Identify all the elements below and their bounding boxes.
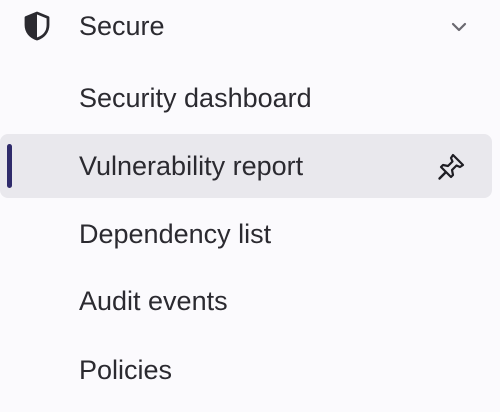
secure-section-toggle[interactable]: Secure [0, 0, 500, 54]
nav-item-label: Security dashboard [79, 83, 312, 113]
nav-item-security-dashboard[interactable]: Security dashboard [0, 66, 492, 130]
section-title: Secure [79, 11, 165, 41]
pin-icon[interactable] [436, 152, 466, 182]
nav-item-label: Audit events [79, 286, 228, 316]
active-indicator [7, 144, 12, 188]
nav-item-policies[interactable]: Policies [0, 338, 492, 402]
shield-icon [24, 11, 50, 41]
nav-item-audit-events[interactable]: Audit events [0, 269, 492, 333]
nav-item-vulnerability-report[interactable]: Vulnerability report [0, 134, 492, 198]
secure-nav-section: Secure Security dashboard Vulnerability … [0, 0, 500, 412]
nav-item-dependency-list[interactable]: Dependency list [0, 202, 492, 266]
nav-item-label: Policies [79, 355, 173, 385]
nav-item-label: Dependency list [79, 219, 272, 249]
chevron-down-icon[interactable] [449, 17, 469, 37]
nav-item-label: Vulnerability report [79, 151, 304, 181]
